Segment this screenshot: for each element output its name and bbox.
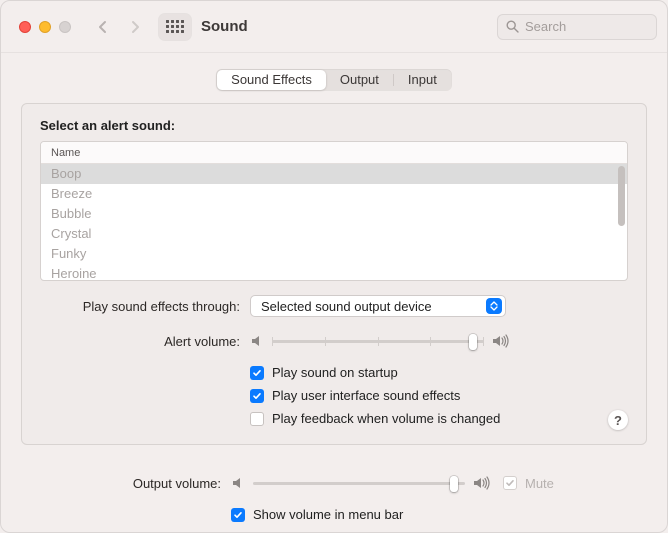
list-item[interactable]: Breeze (41, 184, 627, 204)
output-volume-label: Output volume: (21, 476, 231, 491)
play-feedback-label: Play feedback when volume is changed (272, 411, 500, 426)
show-in-menubar-label: Show volume in menu bar (253, 507, 403, 522)
tab-output[interactable]: Output (326, 70, 393, 90)
tab-sound-effects[interactable]: Sound Effects (217, 70, 326, 90)
play-ui-sounds-label: Play user interface sound effects (272, 388, 460, 403)
play-on-startup-label: Play sound on startup (272, 365, 398, 380)
alert-sound-list[interactable]: Name Boop Breeze Bubble Crystal Funky He… (40, 141, 628, 281)
output-volume-slider[interactable] (253, 473, 465, 493)
list-item[interactable]: Bubble (41, 204, 627, 224)
play-through-popup[interactable]: Selected sound output device (250, 295, 506, 317)
sound-effects-panel: Select an alert sound: Name Boop Breeze … (21, 103, 647, 445)
play-ui-sounds-checkbox[interactable] (250, 389, 264, 403)
scrollbar-thumb[interactable] (618, 166, 625, 226)
window-minimize-button[interactable] (39, 21, 51, 33)
help-button[interactable]: ? (608, 410, 628, 430)
window-close-button[interactable] (19, 21, 31, 33)
alert-sound-heading: Select an alert sound: (40, 118, 628, 133)
show-in-menubar-checkbox[interactable] (231, 508, 245, 522)
alert-volume-slider[interactable] (272, 331, 484, 351)
mute-label: Mute (525, 476, 554, 491)
window-title: Sound (201, 18, 248, 35)
window-zoom-button[interactable] (59, 21, 71, 33)
show-all-button[interactable] (159, 14, 191, 40)
list-item[interactable]: Heroine (41, 264, 627, 281)
search-placeholder: Search (525, 19, 566, 34)
slider-thumb[interactable] (469, 334, 477, 350)
back-button[interactable] (89, 14, 117, 40)
play-on-startup-checkbox[interactable] (250, 366, 264, 380)
play-through-value: Selected sound output device (261, 299, 486, 314)
alert-volume-label: Alert volume: (40, 334, 250, 349)
list-item[interactable]: Crystal (41, 224, 627, 244)
play-feedback-checkbox[interactable] (250, 412, 264, 426)
volume-high-icon (473, 476, 491, 490)
volume-low-icon (231, 476, 245, 490)
forward-button[interactable] (121, 14, 149, 40)
grid-icon (166, 20, 184, 33)
mute-checkbox (503, 476, 517, 490)
search-input[interactable]: Search (497, 14, 657, 40)
volume-low-icon (250, 334, 264, 348)
search-icon (506, 20, 519, 33)
volume-high-icon (492, 334, 510, 348)
slider-thumb[interactable] (450, 476, 458, 492)
popup-arrows-icon (486, 298, 502, 314)
tab-input[interactable]: Input (394, 70, 451, 90)
list-column-header[interactable]: Name (41, 142, 627, 164)
list-item[interactable]: Funky (41, 244, 627, 264)
list-item[interactable]: Boop (41, 164, 627, 184)
play-through-label: Play sound effects through: (40, 299, 250, 314)
tabs: Sound Effects Output Input (216, 69, 452, 91)
